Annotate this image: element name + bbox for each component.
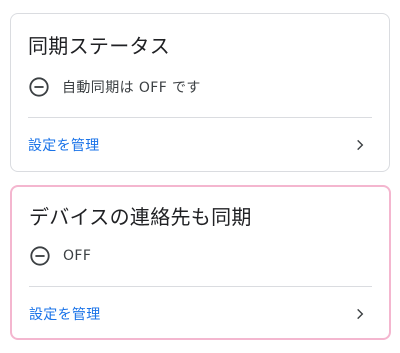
- status-row: OFF: [29, 245, 91, 267]
- card-title: デバイスの連絡先も同期: [29, 205, 252, 229]
- remove-circle-icon: [30, 246, 50, 266]
- card-title: 同期ステータス: [28, 34, 171, 58]
- remove-circle-icon: [29, 77, 49, 97]
- status-row: 自動同期は OFF です: [28, 76, 201, 98]
- status-text: OFF: [63, 248, 92, 264]
- manage-settings-link[interactable]: 設定を管理: [29, 304, 101, 324]
- divider: [29, 286, 372, 287]
- chevron-right-icon[interactable]: [353, 307, 367, 321]
- manage-settings-row[interactable]: 設定を管理: [12, 294, 389, 334]
- status-text: 自動同期は OFF です: [62, 80, 201, 96]
- manage-settings-link[interactable]: 設定を管理: [28, 135, 100, 155]
- device-contacts-sync-card: デバイスの連絡先も同期 OFF 設定を管理: [10, 185, 391, 340]
- chevron-right-icon[interactable]: [353, 138, 367, 152]
- sync-status-card: 同期ステータス 自動同期は OFF です 設定を管理: [10, 13, 390, 172]
- manage-settings-row[interactable]: 設定を管理: [11, 125, 389, 165]
- divider: [28, 117, 372, 118]
